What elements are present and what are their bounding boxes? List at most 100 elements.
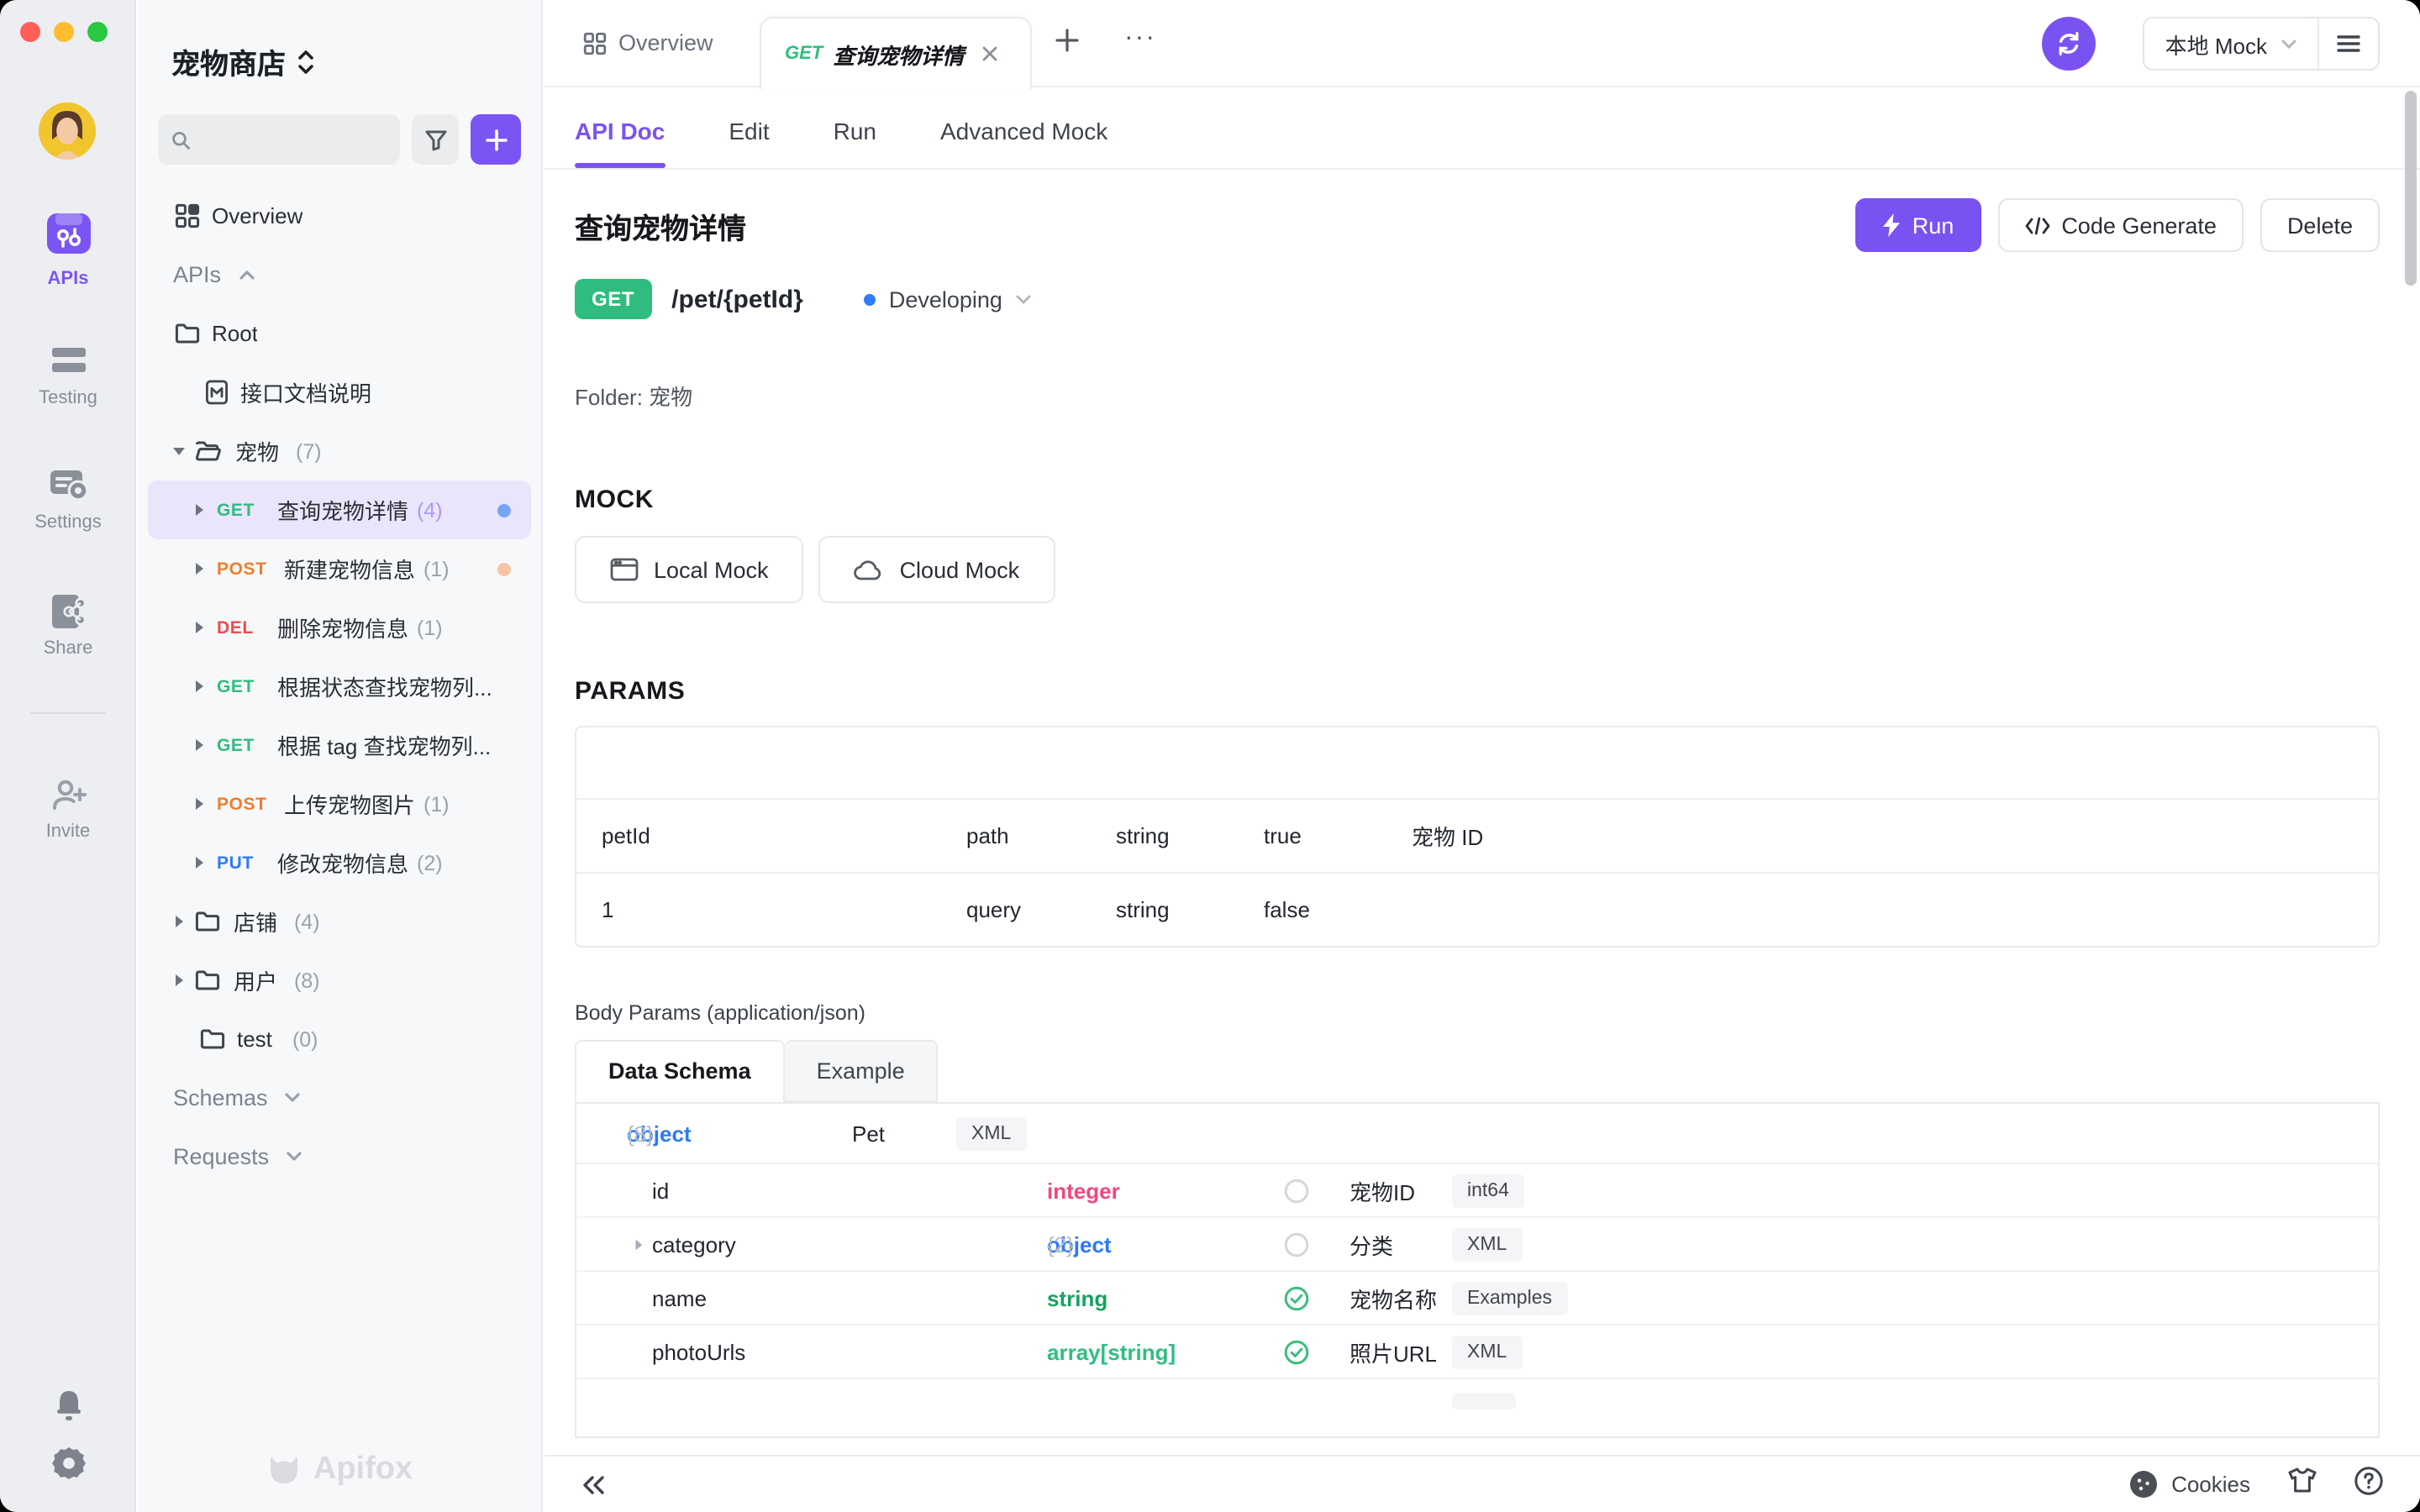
photoUrls: photoUrls array[string] 照片URL XML bbox=[576, 1326, 2378, 1379]
project-switcher[interactable]: 宠物商店 bbox=[171, 40, 314, 82]
sidebar-tree-item[interactable]: GET 根据 tag 查找宠物列... bbox=[148, 716, 531, 774]
param-required: true bbox=[1264, 823, 1412, 848]
caret-right-icon bbox=[171, 973, 187, 988]
sidebar-tree-item[interactable]: Root bbox=[148, 304, 531, 363]
sidebar-tree-item[interactable]: POST 上传宠物图片 (1) bbox=[148, 774, 531, 833]
environment-selector[interactable]: 本地 Mock bbox=[2145, 18, 2317, 69]
sync-button[interactable] bbox=[2042, 17, 2096, 71]
field-badge[interactable]: XML bbox=[1452, 1227, 1522, 1261]
field-description: 宠物名称 bbox=[1349, 1282, 1437, 1314]
search-input-wrap[interactable] bbox=[158, 114, 400, 165]
minimize-window-button[interactable] bbox=[54, 22, 74, 42]
tab-more-button[interactable]: ··· bbox=[1124, 24, 1156, 54]
env-menu-button[interactable] bbox=[2317, 18, 2378, 69]
sidebar-tree-item[interactable]: 宠物 (7) bbox=[148, 422, 531, 480]
search-input[interactable] bbox=[200, 126, 387, 153]
caret-right-icon bbox=[171, 914, 187, 929]
status-selector[interactable]: Developing bbox=[864, 286, 1033, 312]
tab-data-schema[interactable]: Data Schema bbox=[575, 1040, 785, 1102]
section-chevron-icon bbox=[285, 1092, 302, 1104]
tree-item-label: Root bbox=[212, 321, 258, 346]
collapse-sidebar-button[interactable] bbox=[581, 1474, 605, 1494]
category: category object {2} 分类 XML bbox=[576, 1218, 2378, 1272]
run-button[interactable]: Run bbox=[1855, 198, 1981, 252]
schema-rows: id integer 宠物ID int64 bbox=[576, 1164, 2378, 1399]
tab-overview[interactable]: Overview bbox=[583, 30, 713, 55]
sidebar-tree-item[interactable]: 店铺 (4) bbox=[148, 892, 531, 951]
cookies-button[interactable]: Cookies bbox=[2129, 1470, 2250, 1499]
method-label: POST bbox=[217, 559, 284, 579]
rail-item-apis[interactable]: APIs bbox=[0, 205, 136, 289]
sidebar-tree-item[interactable]: Schemas bbox=[148, 1068, 531, 1127]
doc-tab[interactable]: API Doc bbox=[575, 118, 665, 168]
required-check-icon bbox=[1284, 1339, 1309, 1364]
local-mock-button[interactable]: Local Mock bbox=[575, 536, 804, 603]
close-tab-icon[interactable] bbox=[981, 45, 997, 62]
schema-root-row: object {8} Pet XML bbox=[576, 1104, 2378, 1164]
delete-button[interactable]: Delete bbox=[2260, 198, 2380, 252]
sidebar-tree-item[interactable]: DEL 删除宠物信息 (1) bbox=[148, 598, 531, 657]
sidebar-tree-item[interactable]: APIs bbox=[148, 245, 531, 304]
zoom-window-button[interactable] bbox=[87, 22, 108, 42]
rail-item-testing[interactable]: Testing bbox=[0, 341, 136, 408]
app-settings-button[interactable] bbox=[0, 1445, 136, 1482]
sidebar-tree-item[interactable]: 用户 (8) bbox=[148, 951, 531, 1010]
field-badge[interactable]: Examples bbox=[1452, 1281, 1567, 1315]
doc-tab[interactable]: Run bbox=[834, 118, 876, 168]
invite-person-icon bbox=[46, 774, 90, 815]
browser-window-icon bbox=[610, 558, 639, 581]
root-xml-badge[interactable]: XML bbox=[956, 1116, 1026, 1150]
project-title: 宠物商店 bbox=[171, 40, 286, 82]
sidebar-tree-item[interactable]: test (0) bbox=[148, 1010, 531, 1068]
rail-item-label: Share bbox=[44, 638, 93, 659]
required-check-icon bbox=[1284, 1285, 1309, 1310]
doc-tab[interactable]: Edit bbox=[729, 118, 769, 168]
section-chevron-icon bbox=[286, 1151, 302, 1163]
param-required: false bbox=[1264, 897, 1412, 922]
doc-tab[interactable]: Advanced Mock bbox=[940, 118, 1107, 168]
sidebar-tree-item[interactable]: PUT 修改宠物信息 (2) bbox=[148, 833, 531, 892]
field-name: name bbox=[652, 1285, 707, 1310]
tree-item-label: 新建宠物信息 bbox=[284, 553, 415, 585]
doc-tab-label: Edit bbox=[729, 118, 769, 144]
rail-item-settings[interactable]: Settings bbox=[0, 465, 136, 533]
cloud-mock-button[interactable]: Cloud Mock bbox=[819, 536, 1055, 603]
add-api-button[interactable] bbox=[471, 114, 521, 165]
apis-icon bbox=[39, 205, 97, 262]
help-button[interactable] bbox=[2354, 1466, 2383, 1503]
scrollbar-thumb[interactable] bbox=[2405, 91, 2417, 286]
sidebar-tree-item[interactable]: GET 查询宠物详情 (4) bbox=[148, 480, 531, 539]
sidebar-tree-item[interactable]: POST 新建宠物信息 (1) bbox=[148, 539, 531, 598]
hamburger-icon bbox=[2336, 34, 2361, 54]
field-badge[interactable]: int64 bbox=[1452, 1173, 1524, 1207]
sidebar-tree-item[interactable]: Requests bbox=[148, 1127, 531, 1186]
code-generate-button[interactable]: Code Generate bbox=[1997, 198, 2244, 252]
tab-example[interactable]: Example bbox=[785, 1040, 939, 1102]
filter-button[interactable] bbox=[412, 114, 459, 165]
environment-label: 本地 Mock bbox=[2165, 28, 2267, 60]
new-tab-button[interactable] bbox=[1054, 27, 1081, 54]
caret-right-icon bbox=[192, 855, 207, 870]
caret-right-icon bbox=[192, 738, 207, 753]
caret-right-icon bbox=[192, 679, 207, 694]
field-badge[interactable]: XML bbox=[1452, 1335, 1522, 1368]
tree-item-count: (1) bbox=[424, 557, 450, 580]
param-type: string bbox=[1116, 823, 1264, 848]
petId: petId path string true 宠物 ID bbox=[576, 798, 2378, 872]
rail-item-invite[interactable]: Invite bbox=[0, 774, 136, 842]
rail-item-share[interactable]: Share bbox=[0, 591, 136, 659]
close-window-button[interactable] bbox=[20, 22, 40, 42]
lightning-icon bbox=[1882, 213, 1901, 237]
expand-caret-icon[interactable] bbox=[632, 1236, 645, 1252]
tree-item-label: Overview bbox=[212, 203, 302, 228]
tab-active-api[interactable]: GET 查询宠物详情 bbox=[760, 17, 1032, 89]
field-description: 分类 bbox=[1349, 1228, 1393, 1260]
avatar[interactable] bbox=[39, 102, 96, 160]
params-header-row bbox=[576, 727, 2378, 798]
merch-button[interactable] bbox=[2287, 1467, 2317, 1502]
sidebar-tree-item[interactable]: 接口文档说明 bbox=[148, 363, 531, 422]
status-label: Developing bbox=[889, 286, 1002, 312]
sidebar-tree-item[interactable]: Overview bbox=[148, 186, 531, 245]
sidebar-tree-item[interactable]: GET 根据状态查找宠物列... bbox=[148, 657, 531, 716]
notifications-button[interactable] bbox=[0, 1388, 136, 1425]
